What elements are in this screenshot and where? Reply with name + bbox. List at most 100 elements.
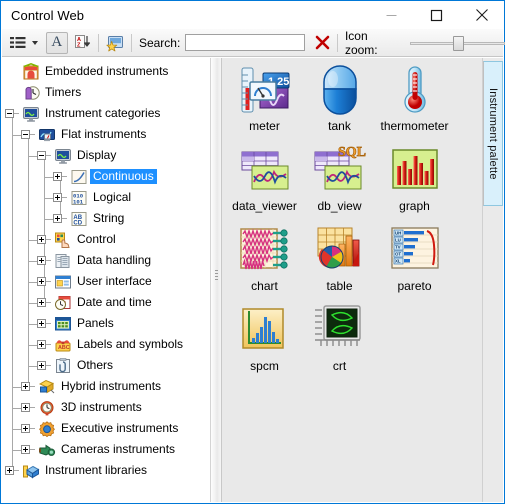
view-list-button[interactable] (5, 31, 40, 55)
tree-expander-expand-icon[interactable] (21, 424, 30, 433)
thermometer-icon[interactable] (387, 62, 443, 118)
crt-icon[interactable] (312, 302, 368, 358)
tree-expander-expand-icon[interactable] (21, 382, 30, 391)
tree-item-instrument-libraries[interactable]: Instrument libraries (5, 460, 150, 481)
tree-connector-dash (62, 218, 67, 219)
tree-expander-expand-icon[interactable] (37, 319, 46, 328)
palette-item-graph[interactable]: graph (377, 142, 452, 213)
spcm-icon[interactable] (237, 302, 293, 358)
palette-item-meter[interactable]: 1 25 meter (227, 62, 302, 133)
tree-connector-dash (46, 344, 51, 345)
sort-az-button[interactable]: A Z (72, 32, 94, 54)
tree-connector-dash (46, 365, 51, 366)
palette-item-label: data_viewer (232, 199, 297, 213)
maximize-button[interactable] (414, 1, 459, 29)
minimize-button[interactable] (369, 1, 414, 29)
tree-item-data-handling[interactable]: Data handling (37, 250, 154, 271)
tree-expander-expand-icon[interactable] (21, 403, 30, 412)
db-view-icon[interactable]: SQL (312, 142, 368, 198)
palette-item-thermometer[interactable]: thermometer (377, 62, 452, 133)
tree-item-display[interactable]: Display (37, 145, 119, 166)
splitter-grip[interactable] (215, 270, 218, 283)
tree-item-hybrid-instruments[interactable]: Hybrid instruments (21, 376, 164, 397)
palette-item-pareto[interactable]: UH LU TV OT XL pareto (377, 222, 452, 293)
tree-item-embedded-instruments[interactable]: Embedded instruments (5, 61, 171, 82)
tree-item-others[interactable]: Others (37, 355, 116, 376)
main-area: Embedded instruments Timers Instrument cat… (2, 58, 503, 502)
tree-expander-collapse-icon[interactable] (37, 151, 46, 160)
palette-item-crt[interactable]: crt (302, 302, 377, 373)
chart-icon[interactable] (237, 222, 293, 278)
meter-icon[interactable]: 1 25 (237, 62, 293, 118)
tree-item-labels-and-symbols[interactable]: ABC Labels and symbols (37, 334, 186, 355)
palette-item-data-viewer[interactable]: data_viewer (227, 142, 302, 213)
tab-instrument-palette[interactable]: Instrument palette (483, 61, 503, 206)
tree-expander-expand-icon[interactable] (53, 172, 62, 181)
tree-item-cameras-instruments[interactable]: Cameras instruments (21, 439, 178, 460)
palette-item-chart[interactable]: chart (227, 222, 302, 293)
tree-expander-expand-icon[interactable] (53, 193, 62, 202)
tree-connector-dash (30, 449, 35, 450)
tree-expander-expand-icon[interactable] (37, 256, 46, 265)
chevron-down-icon[interactable] (32, 40, 38, 45)
data-viewer-icon[interactable] (237, 142, 293, 198)
tree-item-logical[interactable]: 010 101 Logical (53, 187, 134, 208)
side-tab-strip: Instrument palette (482, 58, 503, 502)
pane-splitter[interactable] (210, 58, 222, 502)
tree-item-instrument-categories[interactable]: Instrument categories (5, 103, 163, 124)
icon-palette[interactable]: 1 25 meter tank thermometer data_viewer SQL db… (222, 58, 482, 502)
tree-expander-expand-icon[interactable] (37, 361, 46, 370)
tree-expander-collapse-icon[interactable] (21, 130, 30, 139)
tree-item-string[interactable]: AB CD String (53, 208, 127, 229)
tree-item-timers[interactable]: Timers (5, 82, 84, 103)
font-button[interactable]: A (46, 31, 68, 54)
tree-item-label: Executive instruments (61, 421, 179, 435)
palette-item-spcm[interactable]: spcm (227, 302, 302, 373)
tree-item-panels[interactable]: Panels (37, 313, 117, 334)
tree-expander-expand-icon[interactable] (37, 277, 46, 286)
tree-expander-expand-icon[interactable] (37, 298, 46, 307)
tree-expander-expand-icon[interactable] (5, 466, 14, 475)
close-button[interactable] (459, 1, 504, 29)
search-input[interactable] (185, 34, 306, 51)
instrument-tree[interactable]: Embedded instruments Timers Instrument cat… (2, 58, 210, 502)
palette-item-label: thermometer (380, 119, 449, 133)
palette-item-table[interactable]: table (302, 222, 377, 293)
tree-expander-expand-icon[interactable] (53, 214, 62, 223)
graph-icon[interactable] (387, 142, 443, 198)
clear-search-button[interactable] (312, 33, 332, 53)
tree-expander-expand-icon[interactable] (21, 445, 30, 454)
palette-item-label: chart (251, 279, 278, 293)
tree-item-continuous[interactable]: Continuous (53, 166, 157, 187)
tank-icon[interactable] (312, 62, 368, 118)
icon-zoom-label: Icon zoom: (344, 28, 378, 57)
icon-zoom-slider[interactable] (409, 34, 505, 52)
palette-item-db-view[interactable]: SQL db_view (302, 142, 377, 213)
pareto-icon[interactable]: UH LU TV OT XL (387, 222, 443, 278)
table-icon[interactable] (312, 222, 368, 278)
cameras-instruments-icon (38, 441, 56, 459)
tree-item-control[interactable]: Control (37, 229, 119, 250)
view-list-icon[interactable] (7, 32, 29, 54)
font-button-label: A (51, 34, 63, 50)
palette-item-tank[interactable]: tank (302, 62, 377, 133)
tree-expander-expand-icon[interactable] (37, 235, 46, 244)
tree-item-label: Control (77, 232, 116, 246)
tree-item-user-interface[interactable]: User interface (37, 271, 155, 292)
tree-item-label: Cameras instruments (61, 442, 176, 456)
palette-item-label: table (326, 279, 353, 293)
tree-expander-collapse-icon[interactable] (5, 109, 14, 118)
tree-item-label: Display (77, 148, 117, 162)
favorites-button[interactable] (104, 32, 126, 54)
user-interface-icon (54, 273, 72, 291)
tree-item-flat-instruments[interactable]: Flat instruments (21, 124, 149, 145)
tree-connector-dash (62, 197, 67, 198)
data-handling-icon (54, 252, 72, 270)
tree-expander-expand-icon[interactable] (37, 340, 46, 349)
tree-item-executive-instruments[interactable]: Executive instruments (21, 418, 181, 439)
tree-item-3d-instruments[interactable]: 3D instruments (21, 397, 145, 418)
tree-item-label: Panels (77, 316, 114, 330)
icon-zoom-slider-thumb[interactable] (452, 35, 464, 51)
tree-item-label: Embedded instruments (45, 64, 169, 78)
tree-item-date-and-time[interactable]: 7 Date and time (37, 292, 155, 313)
